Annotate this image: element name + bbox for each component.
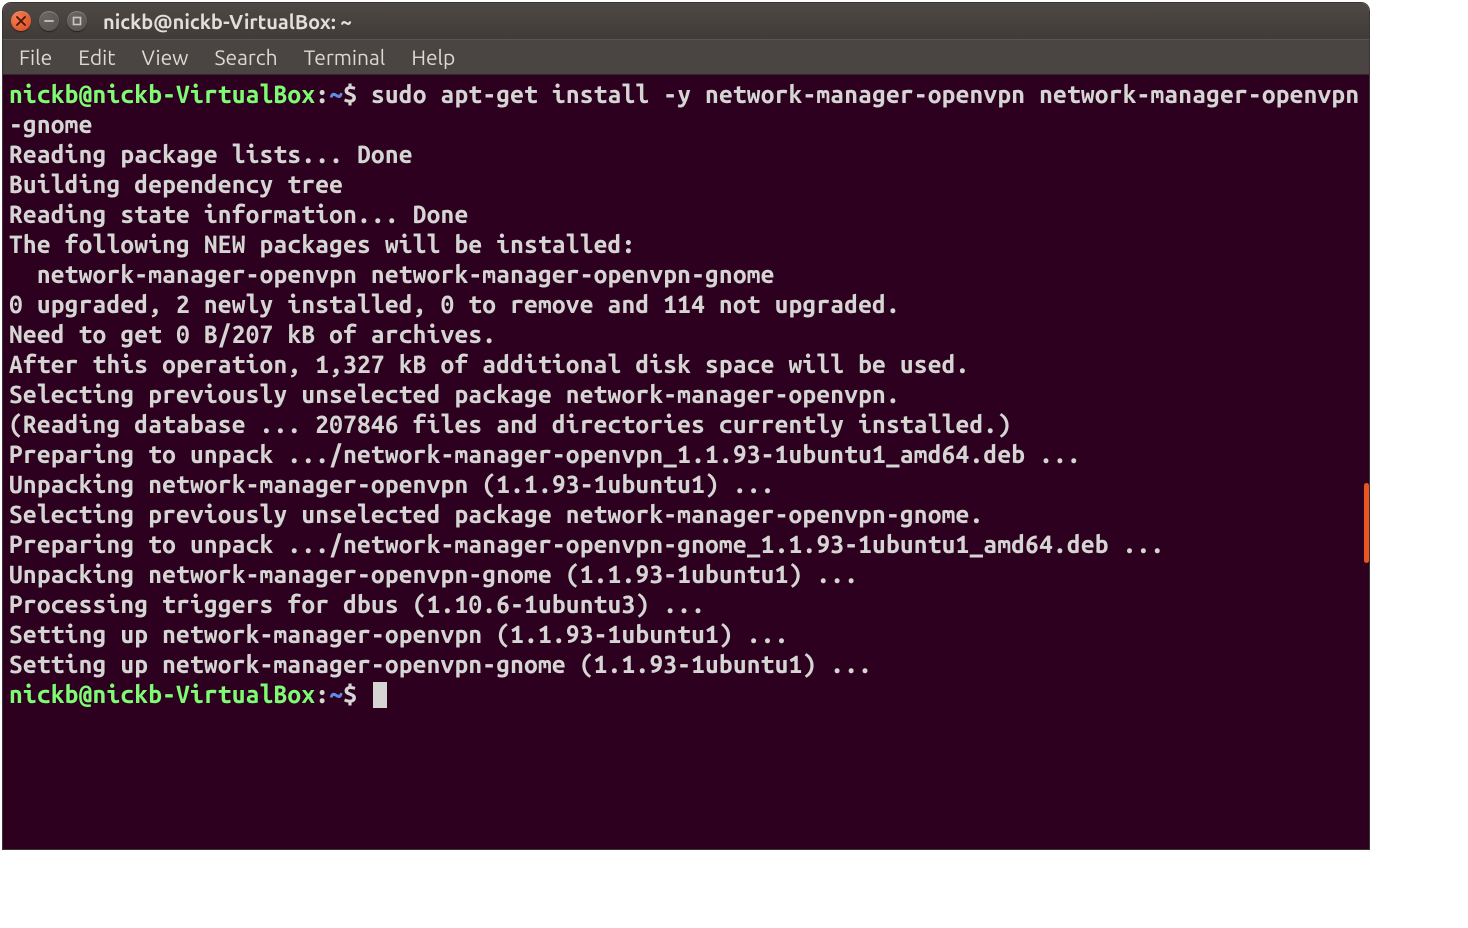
- prompt-user: nickb: [9, 80, 79, 108]
- output-line: Unpacking network-manager-openvpn (1.1.9…: [9, 470, 775, 498]
- prompt-path: ~: [329, 680, 343, 708]
- prompt-symbol: $: [343, 80, 357, 108]
- close-icon[interactable]: [11, 11, 31, 31]
- output-line: Preparing to unpack .../network-manager-…: [9, 440, 1081, 468]
- output-line: Setting up network-manager-openvpn (1.1.…: [9, 620, 789, 648]
- menu-terminal[interactable]: Terminal: [296, 43, 394, 71]
- menu-edit[interactable]: Edit: [70, 43, 123, 71]
- terminal-window: nickb@nickb-VirtualBox: ~ File Edit View…: [3, 3, 1369, 849]
- cursor-block: [373, 682, 387, 708]
- output-line: Unpacking network-manager-openvpn-gnome …: [9, 560, 858, 588]
- menubar: File Edit View Search Terminal Help: [3, 39, 1369, 75]
- scrollbar-thumb[interactable]: [1364, 483, 1369, 563]
- window-title: nickb@nickb-VirtualBox: ~: [103, 10, 352, 33]
- output-line: network-manager-openvpn network-manager-…: [9, 260, 775, 288]
- output-line: 0 upgraded, 2 newly installed, 0 to remo…: [9, 290, 900, 318]
- output-line: Reading package lists... Done: [9, 140, 413, 168]
- prompt-symbol: $: [343, 680, 357, 708]
- output-line: After this operation, 1,327 kB of additi…: [9, 350, 969, 378]
- maximize-icon[interactable]: [67, 11, 87, 31]
- output-line: (Reading database ... 207846 files and d…: [9, 410, 1011, 438]
- output-line: Setting up network-manager-openvpn-gnome…: [9, 650, 872, 678]
- titlebar[interactable]: nickb@nickb-VirtualBox: ~: [3, 3, 1369, 39]
- output-line: The following NEW packages will be insta…: [9, 230, 635, 258]
- output-line: Processing triggers for dbus (1.10.6-1ub…: [9, 590, 705, 618]
- output-line: Building dependency tree: [9, 170, 343, 198]
- output-line: Preparing to unpack .../network-manager-…: [9, 530, 1164, 558]
- prompt-host: nickb-VirtualBox: [93, 680, 316, 708]
- output-line: Need to get 0 B/207 kB of archives.: [9, 320, 496, 348]
- terminal-body[interactable]: nickb@nickb-VirtualBox:~$ sudo apt-get i…: [3, 75, 1369, 849]
- terminal-content[interactable]: nickb@nickb-VirtualBox:~$ sudo apt-get i…: [9, 79, 1363, 709]
- output-line: Reading state information... Done: [9, 200, 468, 228]
- prompt-host: nickb-VirtualBox: [93, 80, 316, 108]
- menu-help[interactable]: Help: [403, 43, 463, 71]
- output-line: Selecting previously unselected package …: [9, 500, 983, 528]
- output-line: Selecting previously unselected package …: [9, 380, 900, 408]
- prompt-user: nickb: [9, 680, 79, 708]
- prompt-path: ~: [329, 80, 343, 108]
- menu-search[interactable]: Search: [206, 43, 285, 71]
- menu-view[interactable]: View: [133, 43, 196, 71]
- minimize-icon[interactable]: [39, 11, 59, 31]
- menu-file[interactable]: File: [11, 43, 60, 71]
